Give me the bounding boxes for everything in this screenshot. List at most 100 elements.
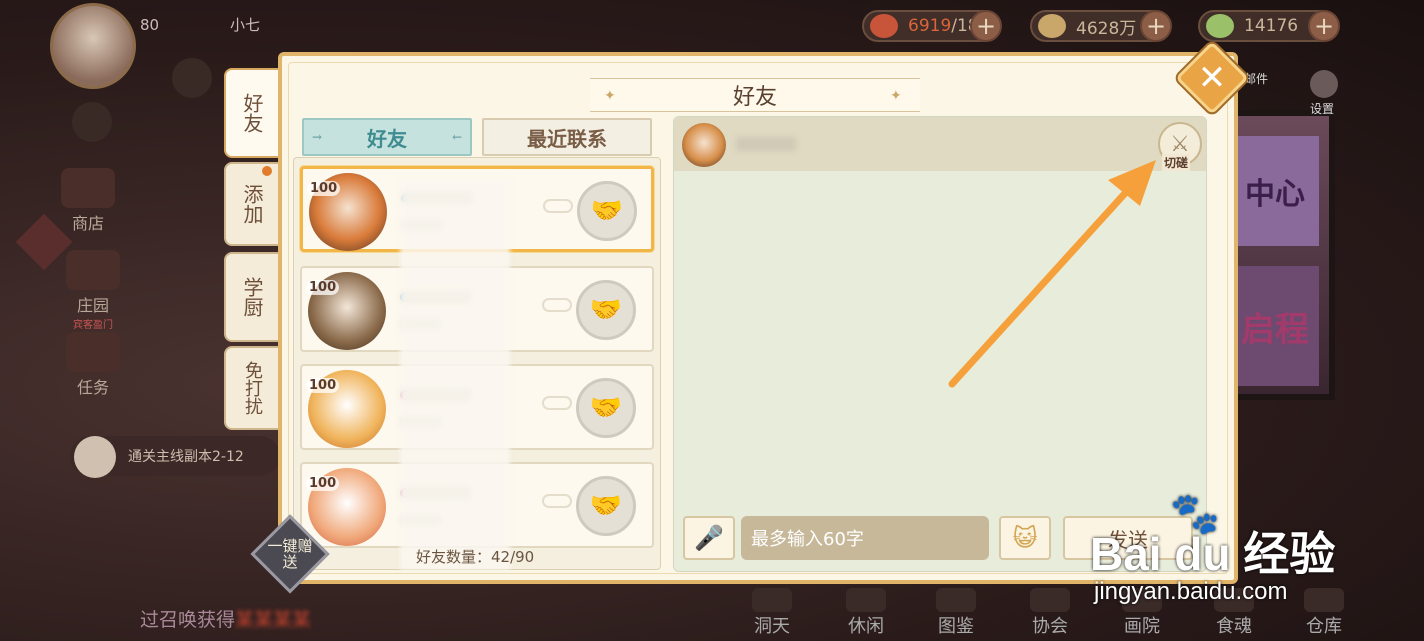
manor-sublabel: 宾客盈门 [73, 320, 113, 331]
player-name: 小七 [230, 16, 261, 34]
bottom-nav-item[interactable]: 食魂 [1194, 588, 1274, 638]
gift-icon[interactable]: 🤝 [576, 378, 636, 438]
arrow-right-icon: ← [451, 130, 462, 144]
close-icon: ✕ [1197, 58, 1227, 98]
gear-icon[interactable] [1310, 70, 1338, 98]
nav-icon [1030, 588, 1070, 612]
privacy-blur [400, 178, 510, 570]
gift-icon[interactable]: 🤝 [576, 476, 636, 536]
tab-learn-cook[interactable]: 学厨 [224, 252, 280, 342]
friend-level: 100 [306, 280, 340, 295]
shop-icon [61, 168, 115, 208]
friend-level: 100 [306, 476, 340, 491]
bottom-nav-item[interactable]: 图鉴 [916, 588, 996, 638]
bottom-nav-item[interactable]: 休闲 [826, 588, 906, 638]
decor-curl [542, 396, 572, 410]
event-banner-top: 中心 [1231, 136, 1319, 246]
mail-label[interactable]: 邮件 [1244, 70, 1268, 87]
decor-curl [542, 298, 572, 312]
microphone-button[interactable]: 🎤 [683, 516, 735, 560]
send-all-label: 一键赠送 [267, 537, 313, 571]
friend-level: 100 [307, 181, 341, 196]
chat-header [674, 117, 1206, 171]
emoji-button[interactable]: 😺 [999, 516, 1051, 560]
shop-label: 商店 [71, 214, 104, 233]
bottom-nav-item[interactable]: 仓库 [1284, 588, 1364, 638]
emoji-icon: 😺 [1012, 524, 1038, 552]
quest-avatar [74, 436, 116, 478]
eye-icon[interactable] [72, 102, 112, 142]
bottom-nav-label: 仓库 [1306, 616, 1342, 637]
player-avatar[interactable] [50, 3, 136, 89]
food-bowl-icon [870, 14, 898, 38]
gift-icon[interactable]: 🤝 [577, 181, 637, 241]
bottom-nav-item[interactable]: 画院 [1102, 588, 1182, 638]
bottom-nav-item[interactable]: 洞天 [732, 588, 812, 638]
player-level: 80 [140, 16, 160, 34]
duel-label: 切磋 [1162, 154, 1191, 171]
tab-dnd-label: 免打扰 [242, 361, 263, 415]
bottom-nav-label: 休闲 [848, 616, 884, 637]
tab-recent-label: 最近联系 [527, 126, 607, 151]
chat-partner-avatar[interactable] [682, 123, 726, 167]
shop-button[interactable]: 商店 [56, 168, 120, 234]
nav-icon [936, 588, 976, 612]
news-highlight: 某某某某 [235, 609, 312, 631]
tab-add-label: 添加 [240, 184, 264, 224]
bottom-nav-label: 协会 [1032, 616, 1068, 637]
bottom-nav-label: 图鉴 [938, 616, 974, 637]
add-stamina-button[interactable]: + [970, 10, 1002, 42]
bottom-news: 过召唤获得某某某某 [140, 605, 311, 632]
add-coins-button[interactable]: + [1140, 10, 1172, 42]
nav-icon [1122, 588, 1162, 612]
quest-tip[interactable]: 通关主线副本2-12 [70, 436, 280, 478]
ornament-icon: ✦ [604, 88, 616, 104]
tasks-label: 任务 [76, 378, 109, 397]
notification-dot [262, 166, 272, 176]
tab-friends-label: 好友 [240, 93, 264, 133]
settings-label[interactable]: 设置 [1310, 100, 1334, 117]
tab-friends[interactable]: 好友 [224, 68, 280, 158]
duel-button[interactable]: ⚔ 切磋 [1158, 122, 1202, 171]
coins-value: 4628万 [1076, 18, 1137, 39]
chat-input-row: 🎤 最多输入60字 😺 发送 [673, 510, 1207, 568]
bottom-nav-item[interactable]: 协会 [1010, 588, 1090, 638]
gems-resource: 14176 + [1198, 10, 1340, 42]
tab-learn-cook-label: 学厨 [240, 277, 264, 317]
tasks-button[interactable]: 任务 [56, 332, 130, 398]
nav-icon [846, 588, 886, 612]
decor-curl [543, 199, 573, 213]
panel-title: 好友 [732, 85, 777, 110]
nav-icon [1214, 588, 1254, 612]
bottom-nav-label: 食魂 [1216, 616, 1252, 637]
news-prefix: 过召唤获得 [140, 609, 236, 631]
gems-value: 14176 [1244, 16, 1299, 36]
chat-window [673, 116, 1207, 572]
tab-do-not-disturb[interactable]: 免打扰 [224, 346, 280, 430]
tab-recent-contacts[interactable]: 最近联系 [482, 118, 652, 156]
ornament-icon: ✦ [890, 88, 902, 104]
arrow-left-icon: → [312, 130, 323, 144]
gift-icon[interactable]: 🤝 [576, 280, 636, 340]
microphone-icon: 🎤 [694, 524, 724, 552]
tab-add[interactable]: 添加 [224, 162, 280, 246]
friend-level: 100 [306, 378, 340, 393]
chat-input[interactable]: 最多输入60字 [741, 516, 989, 560]
bottom-nav-label: 画院 [1124, 616, 1160, 637]
tasks-icon [66, 332, 120, 372]
chat-partner-name-blurred [736, 137, 796, 151]
decor-curl [542, 494, 572, 508]
manor-icon [66, 250, 120, 290]
panel-title-bar: ✦ 好友 ✦ [590, 78, 920, 112]
tab-friends-list-label: 好友 [367, 126, 407, 151]
send-label: 发送 [1108, 527, 1148, 552]
manor-button[interactable]: 庄园 宾客盈门 [56, 250, 130, 331]
swap-icon[interactable] [172, 58, 212, 98]
friend-count: 好友数量：42/90 [416, 548, 535, 566]
quest-tip-text: 通关主线副本2-12 [128, 449, 244, 465]
coin-icon [1038, 14, 1066, 38]
send-button[interactable]: 发送 [1063, 516, 1193, 560]
add-gems-button[interactable]: + [1308, 10, 1340, 42]
tab-friends-list[interactable]: → 好友 ← [302, 118, 472, 156]
nav-icon [752, 588, 792, 612]
